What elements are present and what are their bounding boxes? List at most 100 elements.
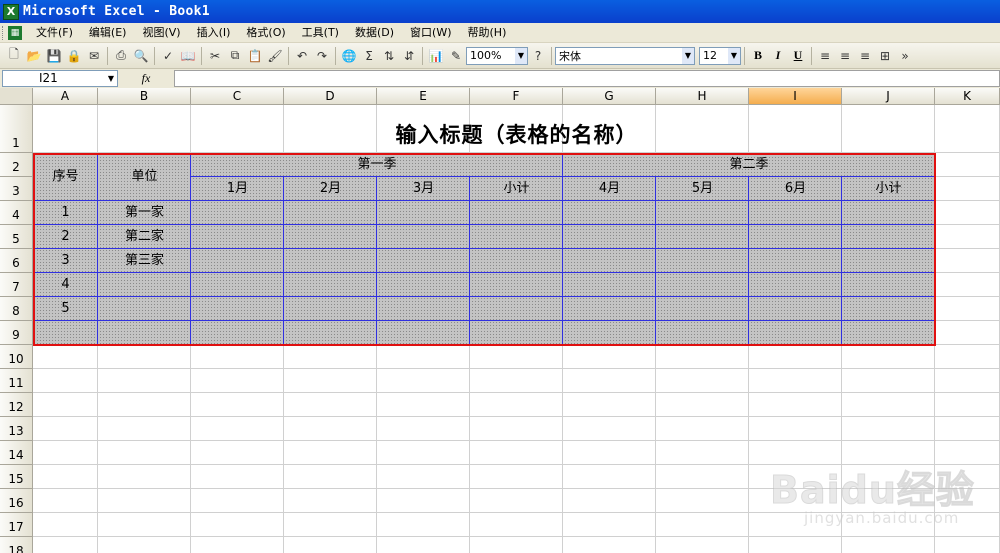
formula-input[interactable] xyxy=(174,70,1000,87)
menu-edit[interactable]: 编辑(E) xyxy=(81,24,135,42)
sort-descending-icon[interactable]: ⇵ xyxy=(400,47,418,65)
email-icon[interactable]: ✉ xyxy=(85,47,103,65)
menu-file[interactable]: 文件(F) xyxy=(28,24,81,42)
redo-icon[interactable]: ↷ xyxy=(313,47,331,65)
row-seq-cell[interactable]: 3 xyxy=(33,252,98,270)
name-box[interactable]: I21 ▼ xyxy=(2,70,118,87)
menu-insert[interactable]: 插入(I) xyxy=(189,24,239,42)
column-header-a[interactable]: A xyxy=(33,88,98,105)
chevron-down-icon[interactable]: ▼ xyxy=(105,71,117,86)
header-month[interactable]: 1月 xyxy=(191,180,284,198)
row-header-4[interactable]: 4 xyxy=(0,201,33,225)
drawing-icon[interactable]: ✎ xyxy=(447,47,465,65)
align-left-icon[interactable]: ≡ xyxy=(816,47,834,65)
save-icon[interactable]: 💾 xyxy=(45,47,63,65)
print-preview-icon[interactable]: 🔍 xyxy=(132,47,150,65)
workbook-icon[interactable]: ▦ xyxy=(8,25,22,40)
hyperlink-icon[interactable]: 🌐 xyxy=(340,47,358,65)
menu-data[interactable]: 数据(D) xyxy=(347,24,402,42)
menu-tools[interactable]: 工具(T) xyxy=(294,24,347,42)
column-header-d[interactable]: D xyxy=(284,88,377,105)
align-right-icon[interactable]: ≡ xyxy=(856,47,874,65)
header-seq[interactable]: 序号 xyxy=(33,168,98,186)
italic-button[interactable]: I xyxy=(768,47,788,65)
row-header-8[interactable]: 8 xyxy=(0,297,33,321)
row-header-14[interactable]: 14 xyxy=(0,441,33,465)
copy-icon[interactable]: ⧉ xyxy=(226,47,244,65)
chevron-down-icon[interactable]: ▼ xyxy=(728,47,740,64)
chart-wizard-icon[interactable]: 📊 xyxy=(427,47,445,65)
row-header-10[interactable]: 10 xyxy=(0,345,33,369)
menu-window[interactable]: 窗口(W) xyxy=(402,24,459,42)
row-header-18[interactable]: 18 xyxy=(0,537,33,553)
row-header-16[interactable]: 16 xyxy=(0,489,33,513)
row-unit-cell[interactable]: 第一家 xyxy=(98,204,191,222)
sheet-title[interactable]: 输入标题（表格的名称） xyxy=(98,119,935,149)
excel-icon[interactable]: X xyxy=(3,3,19,20)
paste-icon[interactable]: 📋 xyxy=(246,47,264,65)
autosum-icon[interactable]: Σ xyxy=(360,47,378,65)
column-header-i[interactable]: I xyxy=(749,88,842,105)
align-center-icon[interactable]: ≡ xyxy=(836,47,854,65)
row-unit-cell[interactable]: 第三家 xyxy=(98,252,191,270)
help-icon[interactable]: ? xyxy=(529,47,547,65)
sort-ascending-icon[interactable]: ⇅ xyxy=(380,47,398,65)
row-header-3[interactable]: 3 xyxy=(0,177,33,201)
column-header-g[interactable]: G xyxy=(563,88,656,105)
header-q2[interactable]: 第二季 xyxy=(563,156,935,174)
chevron-down-icon[interactable]: ▼ xyxy=(515,47,527,64)
column-header-k[interactable]: K xyxy=(935,88,1000,105)
column-header-b[interactable]: B xyxy=(98,88,191,105)
column-header-f[interactable]: F xyxy=(470,88,563,105)
underline-button[interactable]: U xyxy=(788,47,808,65)
menu-format[interactable]: 格式(O) xyxy=(238,24,293,42)
row-unit-cell[interactable]: 第二家 xyxy=(98,228,191,246)
column-header-h[interactable]: H xyxy=(656,88,749,105)
header-subtotal[interactable]: 小计 xyxy=(470,180,563,198)
permission-icon[interactable]: 🔒 xyxy=(65,47,83,65)
row-header-15[interactable]: 15 xyxy=(0,465,33,489)
header-month[interactable]: 5月 xyxy=(656,180,749,198)
spelling-icon[interactable]: ✓ xyxy=(159,47,177,65)
font-name-select[interactable]: 宋体 ▼ xyxy=(555,46,695,65)
font-size-select[interactable]: 12 ▼ xyxy=(699,46,741,65)
new-icon[interactable]: 🗋 xyxy=(5,47,23,65)
column-header-e[interactable]: E xyxy=(377,88,470,105)
open-icon[interactable]: 📂 xyxy=(25,47,43,65)
column-header-c[interactable]: C xyxy=(191,88,284,105)
worksheet-grid[interactable]: ABCDEFGHIJK 1 2 3 4 5 6 7 8 9 10 11 12 13 14 15 16 17 18 … xyxy=(0,88,1000,553)
header-month[interactable]: 4月 xyxy=(563,180,656,198)
row-seq-cell[interactable]: 4 xyxy=(33,276,98,294)
cut-icon[interactable]: ✂ xyxy=(206,47,224,65)
row-header-12[interactable]: 12 xyxy=(0,393,33,417)
menu-view[interactable]: 视图(V) xyxy=(134,24,188,42)
row-seq-cell[interactable]: 2 xyxy=(33,228,98,246)
header-unit[interactable]: 单位 xyxy=(98,168,191,186)
header-q1[interactable]: 第一季 xyxy=(191,156,563,174)
toolbar-options-icon[interactable]: » xyxy=(896,47,914,65)
row-header-11[interactable]: 11 xyxy=(0,369,33,393)
row-header-5[interactable]: 5 xyxy=(0,225,33,249)
row-seq-cell[interactable]: 5 xyxy=(33,300,98,318)
chevron-down-icon[interactable]: ▼ xyxy=(682,47,694,64)
undo-icon[interactable]: ↶ xyxy=(293,47,311,65)
header-month[interactable]: 6月 xyxy=(749,180,842,198)
format-painter-icon[interactable]: 🖌 xyxy=(266,47,284,65)
column-header-j[interactable]: J xyxy=(842,88,935,105)
header-month[interactable]: 2月 xyxy=(284,180,377,198)
bold-button[interactable]: B xyxy=(748,47,768,65)
select-all-corner[interactable] xyxy=(0,88,33,105)
menu-grip[interactable] xyxy=(2,25,5,40)
row-header-6[interactable]: 6 xyxy=(0,249,33,273)
header-subtotal[interactable]: 小计 xyxy=(842,180,935,198)
row-header-9[interactable]: 9 xyxy=(0,321,33,345)
function-icon[interactable]: fx xyxy=(118,71,174,86)
zoom-select[interactable]: 100% ▼ xyxy=(466,46,528,65)
row-header-7[interactable]: 7 xyxy=(0,273,33,297)
research-icon[interactable]: 📖 xyxy=(179,47,197,65)
menu-help[interactable]: 帮助(H) xyxy=(460,24,515,42)
merge-center-icon[interactable]: ⊞ xyxy=(876,47,894,65)
row-header-17[interactable]: 17 xyxy=(0,513,33,537)
row-header-13[interactable]: 13 xyxy=(0,417,33,441)
row-header-1[interactable]: 1 xyxy=(0,105,33,153)
